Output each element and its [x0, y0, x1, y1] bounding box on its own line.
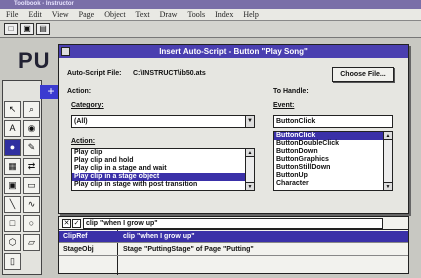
ellipse-tool-icon[interactable]: ○: [23, 215, 40, 232]
list-item[interactable]: ButtonUp: [274, 172, 392, 180]
scroll-down-icon[interactable]: ▼: [384, 182, 392, 190]
script-parameter-editor: ✕ ✓ clip "when I grow up" ClipRef clip "…: [58, 216, 409, 275]
dialog-title: Insert Auto-Script - Button "Play Song": [159, 47, 308, 56]
save-icon[interactable]: ▤: [36, 23, 50, 35]
category-label: Category:: [71, 102, 104, 109]
editor-input-row: ✕ ✓ clip "when I grow up": [59, 217, 408, 230]
action-list-scrollbar[interactable]: ▲ ▼: [245, 149, 254, 190]
param-name: StageObj: [63, 246, 94, 253]
menu-help[interactable]: Help: [243, 9, 259, 20]
graphic-tool-icon[interactable]: ▣: [4, 177, 21, 194]
list-item[interactable]: ButtonDoubleClick: [274, 140, 392, 148]
scroll-down-icon[interactable]: ▼: [246, 182, 254, 190]
cancel-x-icon[interactable]: ✕: [62, 219, 71, 228]
menu-edit[interactable]: Edit: [28, 9, 41, 20]
stage-tool-icon[interactable]: ▯: [4, 253, 21, 270]
menu-object[interactable]: Object: [104, 9, 125, 20]
menu-tools[interactable]: Tools: [187, 9, 205, 20]
list-item-selected[interactable]: Play clip in a stage object: [72, 173, 254, 181]
app-title-bar: Toolbook - Instructor: [0, 0, 421, 9]
list-item[interactable]: Play clip: [72, 149, 254, 157]
param-value: Stage "PuttingStage" of Page "Putting": [123, 246, 254, 253]
list-item-selected[interactable]: ButtonClick: [274, 132, 392, 140]
line-tool-icon[interactable]: ╲: [4, 196, 21, 213]
menu-bar: File Edit View Page Object Text Draw Too…: [0, 9, 421, 21]
toolbar: □ ▣ ▤: [0, 21, 421, 38]
list-item[interactable]: Character: [274, 180, 392, 188]
list-item[interactable]: Play clip and hold: [72, 157, 254, 165]
confirm-check-icon[interactable]: ✓: [72, 219, 81, 228]
table-row[interactable]: StageObj Stage "PuttingStage" of Page "P…: [59, 244, 408, 256]
action-list-label: Action:: [71, 138, 96, 145]
pencil-tool-icon[interactable]: ✎: [23, 139, 40, 156]
menu-draw[interactable]: Draw: [160, 9, 178, 20]
script-file-label: Auto-Script File:: [67, 70, 122, 77]
param-value: clip "when I grow up": [123, 233, 195, 240]
table-row[interactable]: ClipRef clip "when I grow up": [59, 231, 408, 243]
event-list-scrollbar[interactable]: ▲ ▼: [383, 132, 392, 190]
new-icon[interactable]: □: [4, 23, 18, 35]
event-input[interactable]: ButtonClick: [273, 115, 393, 128]
curve-tool-icon[interactable]: ∿: [23, 196, 40, 213]
system-menu-icon[interactable]: [61, 47, 70, 56]
event-value: ButtonClick: [276, 118, 316, 125]
event-label: Event:: [273, 102, 295, 109]
action-list[interactable]: Play clip Play clip and hold Play clip i…: [71, 148, 255, 191]
list-item[interactable]: Play clip in a stage and wait: [72, 165, 254, 173]
scroll-up-icon[interactable]: ▲: [384, 132, 392, 140]
open-icon[interactable]: ▣: [20, 23, 34, 35]
hyperlink-tool-icon[interactable]: ⇄: [23, 158, 40, 175]
text-tool-icon[interactable]: A: [4, 120, 21, 137]
dialog-title-bar: Insert Auto-Script - Button "Play Song": [59, 45, 408, 58]
action-group-label: Action:: [67, 88, 92, 95]
param-name: ClipRef: [63, 233, 88, 240]
event-list[interactable]: ButtonClick ButtonDoubleClick ButtonDown…: [273, 131, 393, 191]
page-title: PU: [18, 48, 51, 73]
field-tool-icon[interactable]: ▦: [4, 158, 21, 175]
polygon-tool-icon[interactable]: ⬡: [4, 234, 21, 251]
zoom-tool-icon[interactable]: ⌕: [23, 101, 40, 118]
list-item[interactable]: ButtonGraphics: [274, 156, 392, 164]
shape-tool-icon[interactable]: ▱: [23, 234, 40, 251]
menu-text[interactable]: Text: [136, 9, 150, 20]
menu-file[interactable]: File: [6, 9, 18, 20]
chevron-down-icon[interactable]: ▼: [245, 116, 254, 127]
category-value: (All): [74, 118, 88, 125]
to-handle-label: To Handle:: [273, 88, 309, 95]
rectangle-tool-icon[interactable]: □: [4, 215, 21, 232]
menu-view[interactable]: View: [52, 9, 69, 20]
category-select[interactable]: (All) ▼: [71, 115, 255, 128]
menu-page[interactable]: Page: [79, 9, 95, 20]
insert-auto-script-dialog: Insert Auto-Script - Button "Play Song" …: [58, 44, 409, 214]
paint-tool-icon[interactable]: ●: [4, 139, 21, 156]
dialog-body: Auto-Script File: C:\INSTRUCT\ib50.ats C…: [59, 58, 408, 213]
button-tool-icon[interactable]: ▭: [23, 177, 40, 194]
list-item[interactable]: Play clip in stage with post transition: [72, 181, 254, 189]
list-item[interactable]: ButtonStillDown: [274, 164, 392, 172]
script-file-path: C:\INSTRUCT\ib50.ats: [133, 70, 206, 77]
menu-index[interactable]: Index: [215, 9, 233, 20]
record-tool-icon[interactable]: ◉: [23, 120, 40, 137]
app-title: Toolbook - Instructor: [14, 1, 74, 7]
script-text-input[interactable]: clip "when I grow up": [83, 218, 383, 229]
tool-palette: ↖ ⌕ A ◉ ● ✎ ▦ ⇄ ▣ ▭ ╲ ∿ □ ○ ⬡ ▱ ▯: [2, 80, 42, 275]
pointer-tool-icon[interactable]: ↖: [4, 101, 21, 118]
list-item[interactable]: ButtonDown: [274, 148, 392, 156]
choose-file-button[interactable]: Choose File...: [332, 67, 394, 82]
scroll-up-icon[interactable]: ▲: [246, 149, 254, 157]
